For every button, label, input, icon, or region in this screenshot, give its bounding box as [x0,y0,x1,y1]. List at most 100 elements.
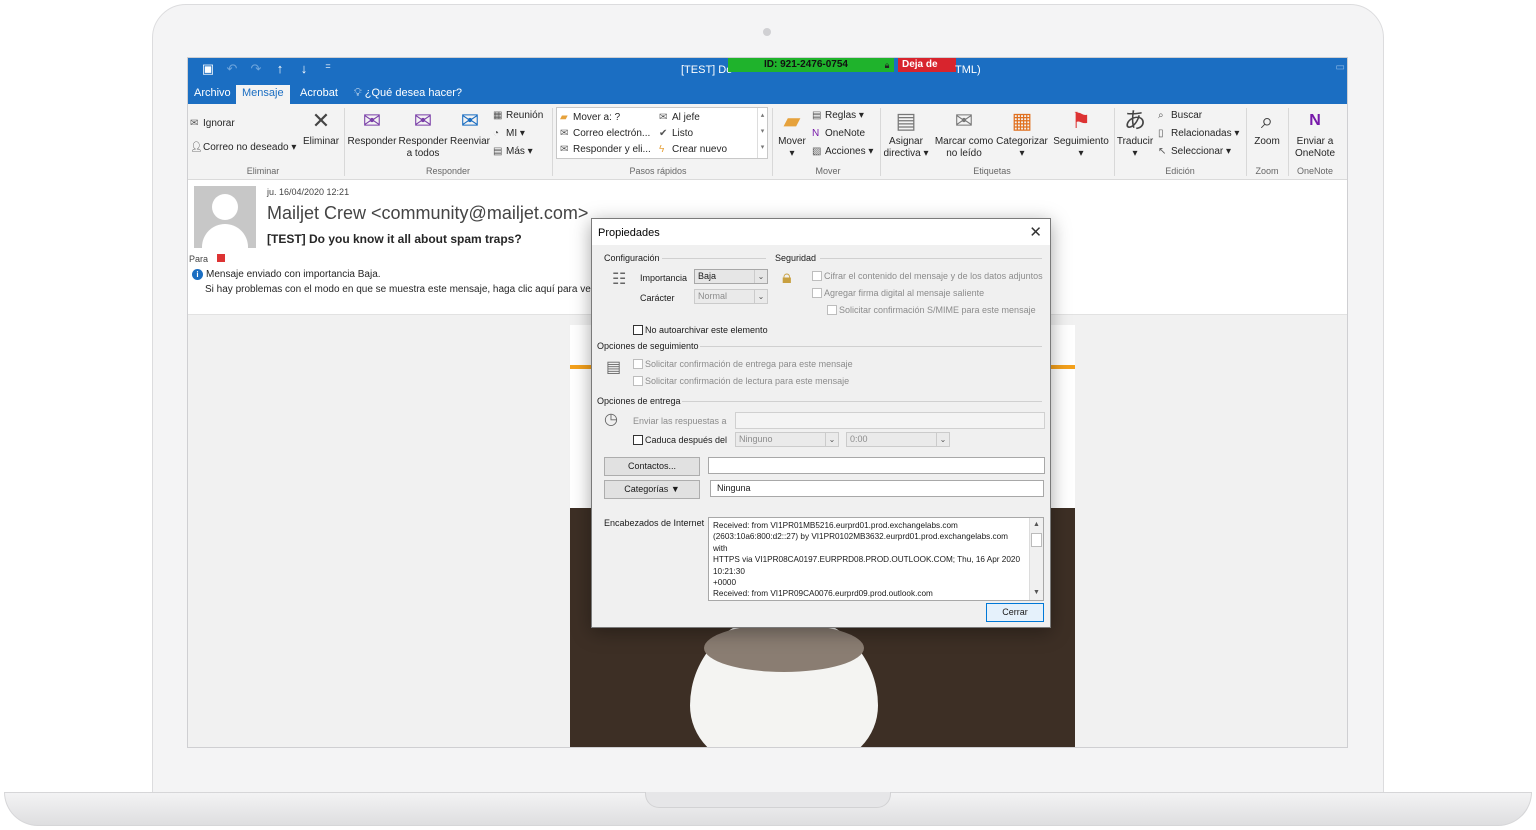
headers-scrollbar[interactable]: ▲ ▼ [1029,518,1043,600]
close-icon[interactable]: ✕ [1029,223,1042,241]
close-button[interactable]: Cerrar [986,603,1044,622]
find-button[interactable]: ⌕ Buscar [1158,110,1202,121]
ribbon-display-options-icon[interactable]: ▭ [1336,62,1345,73]
move-onenote-label: OneNote [825,128,866,139]
smime-checkbox[interactable] [827,305,837,315]
ribbon-tabs: Archivo Mensaje Acrobat 💡︎ ¿Qué desea ha… [188,82,1347,104]
rules-button[interactable]: ▤ Reglas ▾ [812,110,864,121]
zoom-button[interactable]: ⌕ Zoom [1248,108,1286,148]
im-icon: ◔ [493,128,500,139]
quick-step-boss[interactable]: ✉ Al jefe [659,112,700,123]
mail-icon: ✉ [560,128,569,139]
scroll-up-icon[interactable]: ▲ [1030,519,1043,531]
reply-button[interactable]: ✉ Responder [346,108,398,148]
customize-qat-icon[interactable]: = [320,61,336,77]
quick-step-new[interactable]: ϟ Crear nuevo [659,144,727,155]
actions-button[interactable]: ▧ Acciones ▾ [812,146,873,157]
group-eliminar: Eliminar [246,166,280,176]
reply-to-input[interactable] [735,412,1045,429]
section-seguridad: Seguridad [775,253,817,263]
header-line: +0000 [713,578,736,588]
caracter-select[interactable]: Normal ⌄ [694,289,768,304]
encrypt-checkbox[interactable] [812,271,822,281]
chevron-down-icon: ⌄ [754,290,767,303]
im-button[interactable]: ◔ MI ▾ [493,128,525,139]
scroll-thumb[interactable] [1031,533,1042,547]
expires-time-select[interactable]: 0:00 ⌄ [846,432,950,447]
delivery-receipt-label: Solicitar confirmación de entrega para e… [645,359,853,369]
smime-label: Solicitar confirmación S/MIME para este … [839,305,1036,315]
save-icon[interactable]: ▣ [200,61,216,77]
reply-all-icon: ✉ [413,108,433,133]
quick-access-toolbar: ▣ ↶ ↷ ↑ ↓ = [200,61,336,77]
lock-icon[interactable]: 🔒︎ [880,58,894,72]
move-button[interactable]: ▰ Mover ▾ [774,108,810,160]
display-problem-info[interactable]: Si hay problemas con el modo en que se m… [205,284,594,295]
header-line: with [713,543,728,553]
tab-acrobat[interactable]: Acrobat [294,85,344,104]
delete-button[interactable]: ✕ Eliminar [300,108,342,148]
select-button[interactable]: ↖ Seleccionar ▾ [1158,146,1231,157]
tracking-icon: ▤ [606,359,622,376]
quick-step-move[interactable]: ▰ Mover a: ? [560,112,620,123]
avatar[interactable] [194,186,256,248]
junk-button[interactable]: 👤︎Correo no deseado ▾ [190,142,296,153]
onenote-small-icon: N [812,128,820,139]
group-mover: Mover [815,166,841,176]
meeting-button[interactable]: ▦ Reunión [493,110,543,121]
teamviewer-stop-button[interactable]: Deja de [898,58,956,72]
quick-step-reply-delete[interactable]: ✉ Responder y eli... [560,144,651,155]
recipient-icon[interactable] [217,254,225,262]
categories-input[interactable]: Ninguna [710,480,1044,497]
header-line: 10:21:30 [713,566,745,576]
follow-up-button[interactable]: ⚑ Seguimiento ▾ [1050,108,1112,160]
undo-icon[interactable]: ↶ [224,61,240,77]
ignore-label: Ignorar [203,118,235,129]
assign-policy-button[interactable]: ▤ Asignar directiva ▾ [882,108,930,160]
folder-icon: ▰ [560,112,568,123]
contacts-input[interactable] [708,457,1045,474]
internet-headers-textarea[interactable]: Received: from VI1PR01MB5216.eurprd01.pr… [708,517,1044,601]
tell-me-label: ¿Qué desea hacer? [364,87,462,99]
ignore-button[interactable]: ✉ Ignorar [190,118,235,129]
no-autoarchive-checkbox[interactable] [633,325,643,335]
read-receipt-checkbox[interactable] [633,376,643,386]
quick-step-done[interactable]: ✔ Listo [659,128,693,139]
translate-button[interactable]: あ Traducir ▾ [1114,108,1156,160]
tab-mensaje[interactable]: Mensaje [236,85,290,104]
arrow-up-icon[interactable]: ↑ [272,61,288,77]
rules-label: Reglas [825,110,857,121]
digital-signature-checkbox[interactable] [812,288,822,298]
forward-boss-icon: ✉ [659,112,668,123]
expires-checkbox[interactable] [633,435,643,445]
related-button[interactable]: ▯ Relacionadas ▾ [1158,128,1239,139]
categorize-button[interactable]: ▦ Categorizar ▾ [994,108,1050,160]
redo-icon[interactable]: ↷ [248,61,264,77]
arrow-down-icon[interactable]: ↓ [296,61,312,77]
message-sender[interactable]: Mailjet Crew <community@mailjet.com> [267,203,588,224]
forward-button[interactable]: ✉ Reenviar [448,108,492,148]
delivery-receipt-checkbox[interactable] [633,359,643,369]
importancia-value: Baja [698,271,717,281]
move-onenote-button[interactable]: N OneNote [812,128,865,139]
send-onenote-button[interactable]: N Enviar a OneNote [1290,108,1340,160]
quick-steps-scroll[interactable]: ▴ ▾ ▾ [757,108,767,158]
reply-all-button[interactable]: ✉ Responder a todos [397,108,449,160]
expires-date-select[interactable]: Ninguno ⌄ [735,432,839,447]
outlook-window: ▣ ↶ ↷ ↑ ↓ = [TEST] Do ID: 921-2476-0754 … [187,57,1348,748]
quick-step-boss-label: Al jefe [672,112,700,123]
lightbulb-icon: 💡︎ [354,87,365,99]
settings-list-icon: ☷ [612,271,627,288]
more-button[interactable]: ▤ Más ▾ [493,146,533,157]
importancia-select[interactable]: Baja ⌄ [694,269,768,284]
tell-me-search[interactable]: 💡︎ ¿Qué desea hacer? [348,85,468,104]
quick-step-email[interactable]: ✉ Correo electrón... [560,128,650,139]
categorize-icon: ▦ [1011,108,1033,133]
contacts-label: Contactos... [627,461,677,471]
scroll-down-icon[interactable]: ▼ [1030,587,1043,599]
tab-archivo[interactable]: Archivo [188,85,237,104]
categories-button[interactable]: Categorías ▼ [604,480,700,499]
mark-unread-button[interactable]: ✉ Marcar como no leído [932,108,996,160]
contacts-button[interactable]: Contactos... [604,457,700,476]
meeting-label: Reunión [506,110,544,121]
